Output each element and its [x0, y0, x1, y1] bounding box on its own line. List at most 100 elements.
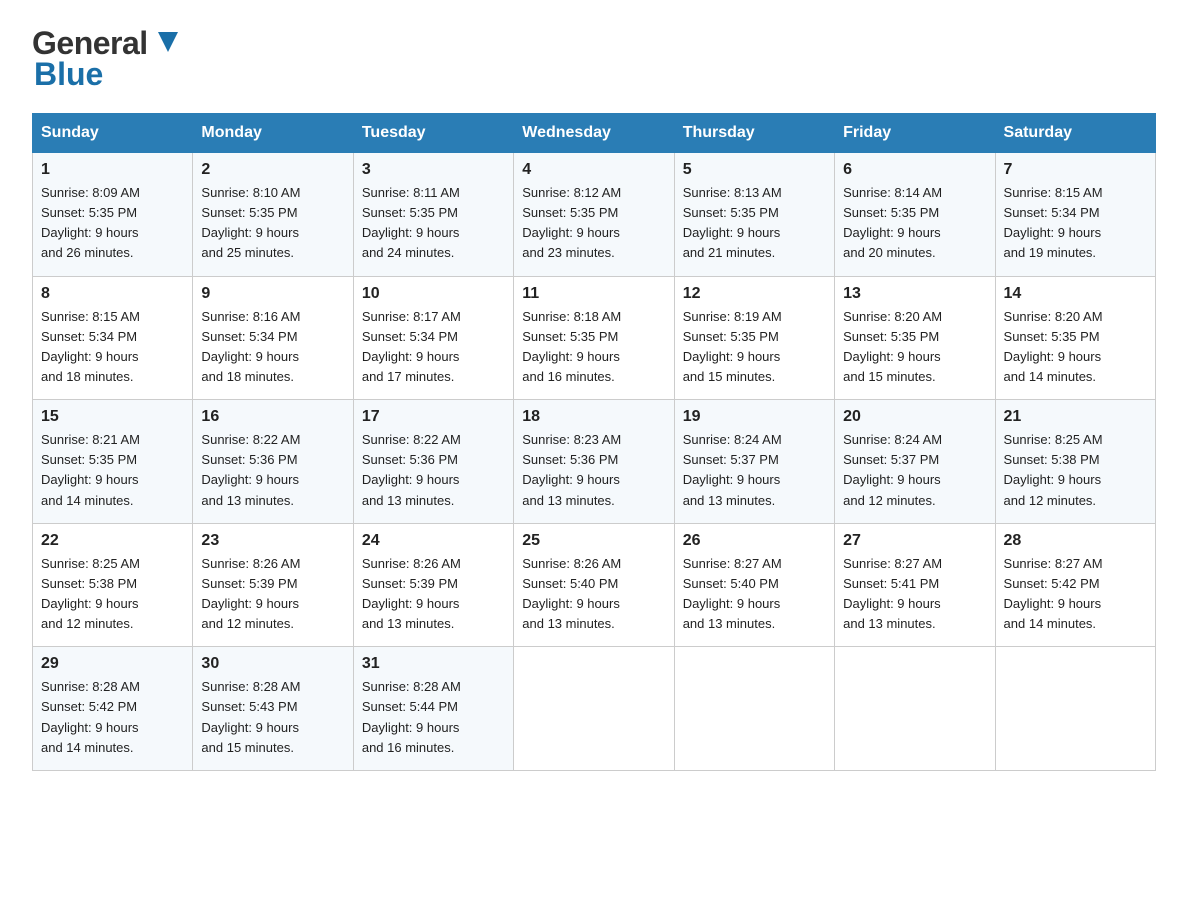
calendar-cell: 25 Sunrise: 8:26 AM Sunset: 5:40 PM Dayl… — [514, 523, 674, 647]
day-number: 20 — [843, 408, 986, 426]
day-info: Sunrise: 8:26 AM Sunset: 5:40 PM Dayligh… — [522, 554, 665, 635]
calendar-cell: 18 Sunrise: 8:23 AM Sunset: 5:36 PM Dayl… — [514, 400, 674, 524]
column-header-thursday: Thursday — [674, 114, 834, 153]
calendar-cell: 20 Sunrise: 8:24 AM Sunset: 5:37 PM Dayl… — [835, 400, 995, 524]
calendar-week-row: 29 Sunrise: 8:28 AM Sunset: 5:42 PM Dayl… — [33, 647, 1156, 771]
calendar-cell: 3 Sunrise: 8:11 AM Sunset: 5:35 PM Dayli… — [353, 153, 513, 277]
day-info: Sunrise: 8:26 AM Sunset: 5:39 PM Dayligh… — [201, 554, 344, 635]
column-header-saturday: Saturday — [995, 114, 1155, 153]
day-info: Sunrise: 8:23 AM Sunset: 5:36 PM Dayligh… — [522, 430, 665, 511]
day-number: 3 — [362, 161, 505, 179]
day-info: Sunrise: 8:27 AM Sunset: 5:41 PM Dayligh… — [843, 554, 986, 635]
day-info: Sunrise: 8:20 AM Sunset: 5:35 PM Dayligh… — [1004, 307, 1147, 388]
day-info: Sunrise: 8:27 AM Sunset: 5:40 PM Dayligh… — [683, 554, 826, 635]
calendar-cell: 28 Sunrise: 8:27 AM Sunset: 5:42 PM Dayl… — [995, 523, 1155, 647]
day-number: 10 — [362, 285, 505, 303]
calendar-cell — [995, 647, 1155, 771]
day-number: 22 — [41, 532, 184, 550]
day-number: 17 — [362, 408, 505, 426]
calendar-cell: 12 Sunrise: 8:19 AM Sunset: 5:35 PM Dayl… — [674, 276, 834, 400]
day-number: 14 — [1004, 285, 1147, 303]
day-number: 29 — [41, 655, 184, 673]
day-info: Sunrise: 8:28 AM Sunset: 5:43 PM Dayligh… — [201, 677, 344, 758]
calendar-cell: 26 Sunrise: 8:27 AM Sunset: 5:40 PM Dayl… — [674, 523, 834, 647]
day-number: 2 — [201, 161, 344, 179]
day-number: 9 — [201, 285, 344, 303]
calendar-cell: 31 Sunrise: 8:28 AM Sunset: 5:44 PM Dayl… — [353, 647, 513, 771]
day-number: 12 — [683, 285, 826, 303]
day-info: Sunrise: 8:20 AM Sunset: 5:35 PM Dayligh… — [843, 307, 986, 388]
column-header-wednesday: Wednesday — [514, 114, 674, 153]
day-number: 21 — [1004, 408, 1147, 426]
day-number: 13 — [843, 285, 986, 303]
calendar-cell: 4 Sunrise: 8:12 AM Sunset: 5:35 PM Dayli… — [514, 153, 674, 277]
calendar-header-row: SundayMondayTuesdayWednesdayThursdayFrid… — [33, 114, 1156, 153]
day-info: Sunrise: 8:22 AM Sunset: 5:36 PM Dayligh… — [201, 430, 344, 511]
day-info: Sunrise: 8:17 AM Sunset: 5:34 PM Dayligh… — [362, 307, 505, 388]
day-number: 11 — [522, 285, 665, 303]
column-header-tuesday: Tuesday — [353, 114, 513, 153]
day-number: 30 — [201, 655, 344, 673]
day-info: Sunrise: 8:15 AM Sunset: 5:34 PM Dayligh… — [1004, 183, 1147, 264]
day-info: Sunrise: 8:14 AM Sunset: 5:35 PM Dayligh… — [843, 183, 986, 264]
calendar-cell: 17 Sunrise: 8:22 AM Sunset: 5:36 PM Dayl… — [353, 400, 513, 524]
logo-triangle-icon — [150, 26, 186, 62]
day-info: Sunrise: 8:27 AM Sunset: 5:42 PM Dayligh… — [1004, 554, 1147, 635]
day-info: Sunrise: 8:15 AM Sunset: 5:34 PM Dayligh… — [41, 307, 184, 388]
day-info: Sunrise: 8:11 AM Sunset: 5:35 PM Dayligh… — [362, 183, 505, 264]
day-info: Sunrise: 8:13 AM Sunset: 5:35 PM Dayligh… — [683, 183, 826, 264]
calendar-week-row: 8 Sunrise: 8:15 AM Sunset: 5:34 PM Dayli… — [33, 276, 1156, 400]
day-number: 23 — [201, 532, 344, 550]
day-info: Sunrise: 8:16 AM Sunset: 5:34 PM Dayligh… — [201, 307, 344, 388]
day-number: 7 — [1004, 161, 1147, 179]
day-info: Sunrise: 8:22 AM Sunset: 5:36 PM Dayligh… — [362, 430, 505, 511]
day-number: 16 — [201, 408, 344, 426]
day-info: Sunrise: 8:26 AM Sunset: 5:39 PM Dayligh… — [362, 554, 505, 635]
day-number: 26 — [683, 532, 826, 550]
day-info: Sunrise: 8:28 AM Sunset: 5:44 PM Dayligh… — [362, 677, 505, 758]
calendar-cell: 24 Sunrise: 8:26 AM Sunset: 5:39 PM Dayl… — [353, 523, 513, 647]
calendar-cell: 29 Sunrise: 8:28 AM Sunset: 5:42 PM Dayl… — [33, 647, 193, 771]
calendar-cell: 15 Sunrise: 8:21 AM Sunset: 5:35 PM Dayl… — [33, 400, 193, 524]
day-number: 5 — [683, 161, 826, 179]
calendar-cell — [835, 647, 995, 771]
calendar-cell — [674, 647, 834, 771]
calendar-cell: 7 Sunrise: 8:15 AM Sunset: 5:34 PM Dayli… — [995, 153, 1155, 277]
day-number: 24 — [362, 532, 505, 550]
calendar-cell: 9 Sunrise: 8:16 AM Sunset: 5:34 PM Dayli… — [193, 276, 353, 400]
day-info: Sunrise: 8:19 AM Sunset: 5:35 PM Dayligh… — [683, 307, 826, 388]
calendar-cell: 27 Sunrise: 8:27 AM Sunset: 5:41 PM Dayl… — [835, 523, 995, 647]
calendar-cell: 2 Sunrise: 8:10 AM Sunset: 5:35 PM Dayli… — [193, 153, 353, 277]
day-info: Sunrise: 8:28 AM Sunset: 5:42 PM Dayligh… — [41, 677, 184, 758]
calendar-cell: 13 Sunrise: 8:20 AM Sunset: 5:35 PM Dayl… — [835, 276, 995, 400]
column-header-monday: Monday — [193, 114, 353, 153]
calendar-cell: 19 Sunrise: 8:24 AM Sunset: 5:37 PM Dayl… — [674, 400, 834, 524]
calendar-cell — [514, 647, 674, 771]
day-info: Sunrise: 8:24 AM Sunset: 5:37 PM Dayligh… — [683, 430, 826, 511]
day-info: Sunrise: 8:25 AM Sunset: 5:38 PM Dayligh… — [41, 554, 184, 635]
calendar-cell: 1 Sunrise: 8:09 AM Sunset: 5:35 PM Dayli… — [33, 153, 193, 277]
day-info: Sunrise: 8:24 AM Sunset: 5:37 PM Dayligh… — [843, 430, 986, 511]
day-info: Sunrise: 8:25 AM Sunset: 5:38 PM Dayligh… — [1004, 430, 1147, 511]
calendar-cell: 30 Sunrise: 8:28 AM Sunset: 5:43 PM Dayl… — [193, 647, 353, 771]
calendar-week-row: 22 Sunrise: 8:25 AM Sunset: 5:38 PM Dayl… — [33, 523, 1156, 647]
day-info: Sunrise: 8:09 AM Sunset: 5:35 PM Dayligh… — [41, 183, 184, 264]
day-number: 27 — [843, 532, 986, 550]
day-info: Sunrise: 8:21 AM Sunset: 5:35 PM Dayligh… — [41, 430, 184, 511]
day-number: 8 — [41, 285, 184, 303]
calendar-cell: 10 Sunrise: 8:17 AM Sunset: 5:34 PM Dayl… — [353, 276, 513, 400]
day-number: 19 — [683, 408, 826, 426]
calendar-cell: 16 Sunrise: 8:22 AM Sunset: 5:36 PM Dayl… — [193, 400, 353, 524]
logo-blue-text: Blue — [34, 56, 103, 92]
calendar-cell: 11 Sunrise: 8:18 AM Sunset: 5:35 PM Dayl… — [514, 276, 674, 400]
calendar-cell: 21 Sunrise: 8:25 AM Sunset: 5:38 PM Dayl… — [995, 400, 1155, 524]
page-header: General Blue — [32, 24, 1156, 93]
day-info: Sunrise: 8:12 AM Sunset: 5:35 PM Dayligh… — [522, 183, 665, 264]
logo: General Blue — [32, 24, 186, 93]
calendar-cell: 5 Sunrise: 8:13 AM Sunset: 5:35 PM Dayli… — [674, 153, 834, 277]
day-number: 1 — [41, 161, 184, 179]
calendar-cell: 23 Sunrise: 8:26 AM Sunset: 5:39 PM Dayl… — [193, 523, 353, 647]
calendar-cell: 22 Sunrise: 8:25 AM Sunset: 5:38 PM Dayl… — [33, 523, 193, 647]
column-header-friday: Friday — [835, 114, 995, 153]
day-info: Sunrise: 8:18 AM Sunset: 5:35 PM Dayligh… — [522, 307, 665, 388]
